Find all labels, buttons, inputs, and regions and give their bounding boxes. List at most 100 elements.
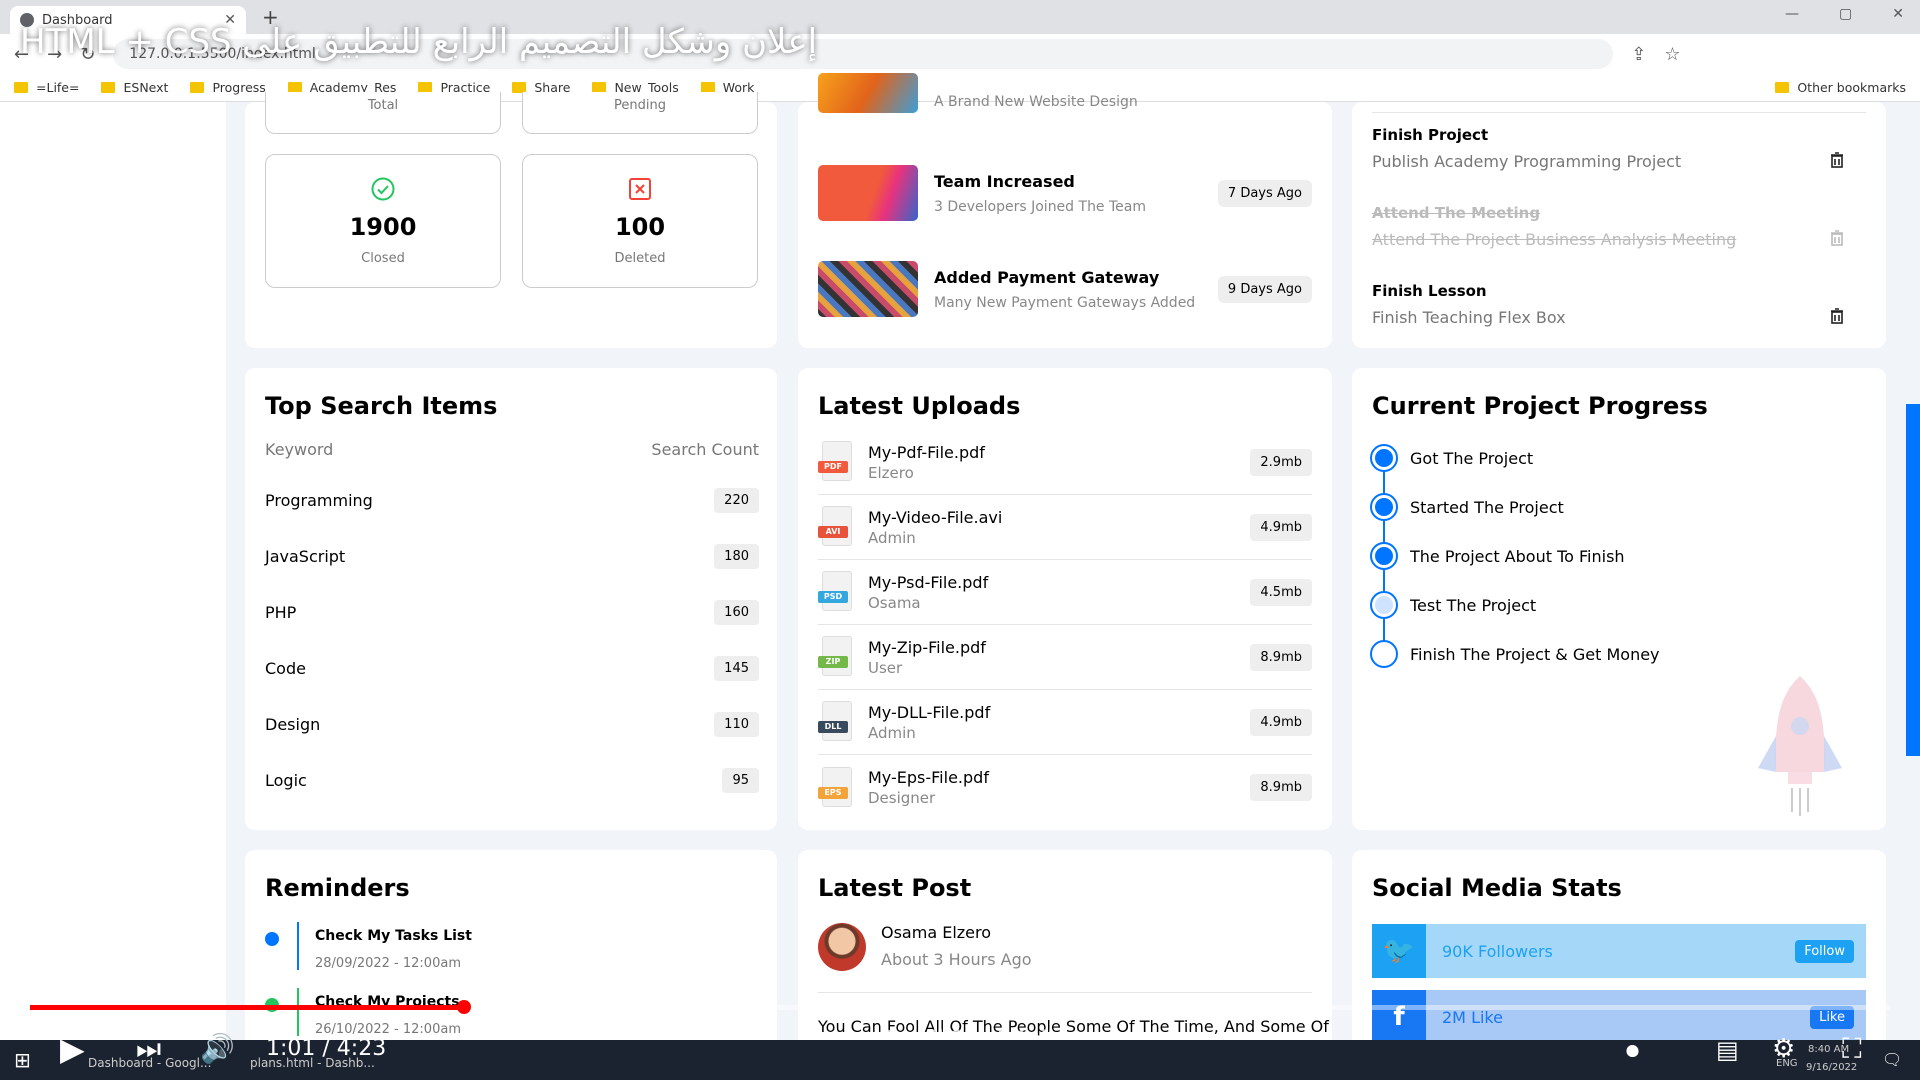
step-label: The Project About To Finish xyxy=(1410,546,1625,566)
step-dot-icon xyxy=(1370,591,1398,619)
step-dot-icon xyxy=(1370,493,1398,521)
progress-step: Test The Project xyxy=(1370,591,1536,619)
news-item: Team Increased 3 Developers Joined The Te… xyxy=(818,158,1312,228)
taskbar-language[interactable]: ENG xyxy=(1776,1058,1798,1069)
trash-icon[interactable] xyxy=(1830,152,1844,168)
zip-file-icon: ZIP xyxy=(818,636,856,678)
file-name: My-Psd-File.pdf xyxy=(868,572,989,592)
bookmark-star-icon[interactable]: ☆ xyxy=(1664,44,1680,65)
upload-row: PSD My-Psd-File.pdf Osama 4.5mb xyxy=(818,560,1312,625)
trash-icon[interactable] xyxy=(1830,230,1844,246)
reminder-bar xyxy=(297,988,299,1036)
step-dot-icon xyxy=(1370,542,1398,570)
reminders-title: Reminders xyxy=(265,874,410,902)
social-stat: 2M Like xyxy=(1442,1007,1503,1027)
sidebar xyxy=(0,102,226,1040)
top-search-card xyxy=(245,368,777,830)
deleted-x-icon xyxy=(628,177,652,201)
bookmark-folder[interactable]: ESNext xyxy=(101,80,168,95)
search-count: 95 xyxy=(722,768,759,793)
task-row: Finish Lesson Finish Teaching Flex Box xyxy=(1372,282,1866,360)
share-icon[interactable]: ⇪ xyxy=(1631,44,1646,65)
ticket-label: Deleted xyxy=(614,251,666,266)
news-thumbnail xyxy=(818,165,918,221)
ticket-value: 1900 xyxy=(349,213,417,241)
step-label: Finish The Project & Get Money xyxy=(1410,644,1660,664)
file-size: 8.9mb xyxy=(1250,774,1312,801)
taskbar-date: 9/16/2022 xyxy=(1806,1062,1858,1073)
file-size: 4.5mb xyxy=(1250,578,1312,606)
psd-file-icon: PSD xyxy=(818,571,856,613)
task-row: Attend The Meeting Attend The Project Bu… xyxy=(1372,204,1866,282)
upload-row: PDF My-Pdf-File.pdf Elzero 2.9mb xyxy=(818,430,1312,495)
step-label: Started The Project xyxy=(1410,497,1564,517)
taskbar-vscode-item[interactable]: plans.html - Dashb... xyxy=(250,1056,375,1070)
news-item: Added Payment Gateway Many New Payment Ga… xyxy=(818,254,1312,324)
social-twitter-row: 🐦 90K Followers Follow xyxy=(1372,924,1866,978)
news-item: A Brand New Website Design xyxy=(818,73,1312,122)
file-name: My-DLL-File.pdf xyxy=(868,702,991,722)
follow-button[interactable]: Follow xyxy=(1795,939,1854,963)
social-stat: 90K Followers xyxy=(1442,941,1553,961)
video-overlay-title: إعلان وشكل التصميم الرابع للتطبيق على HT… xyxy=(20,22,818,62)
bookmark-folder[interactable]: =Life= xyxy=(14,80,79,95)
task-row: Finish Project Publish Academy Programmi… xyxy=(1372,126,1866,204)
step-label: Test The Project xyxy=(1410,595,1537,615)
page-scrollbar-thumb[interactable] xyxy=(1906,404,1920,756)
file-size: 4.9mb xyxy=(1250,513,1312,541)
task-subtitle: Attend The Project Business Analysis Mee… xyxy=(1372,230,1737,249)
social-stats-title: Social Media Stats xyxy=(1372,874,1622,902)
check-circle-icon xyxy=(371,177,395,201)
post-time: About 3 Hours Ago xyxy=(881,950,1032,969)
search-row: Logic 95 xyxy=(265,768,759,793)
ticket-deleted: 100 Deleted xyxy=(522,154,758,288)
reminder-title: Check My Tasks List xyxy=(315,928,472,944)
taskbar-clock: 8:40 AM xyxy=(1808,1044,1850,1055)
step-dot-icon xyxy=(1370,640,1398,668)
file-size: 2.9mb xyxy=(1250,448,1312,476)
search-count: 220 xyxy=(714,488,759,513)
file-name: My-Zip-File.pdf xyxy=(868,637,986,657)
reminder-dot-icon xyxy=(265,932,279,946)
maximize-icon[interactable]: ▢ xyxy=(1839,6,1852,22)
file-owner: Elzero xyxy=(868,463,914,482)
file-owner: Admin xyxy=(868,528,916,547)
search-keyword: Design xyxy=(265,715,321,734)
step-dot-icon xyxy=(1370,444,1398,472)
minimize-icon[interactable]: — xyxy=(1785,6,1799,22)
video-progress-knob[interactable] xyxy=(457,1000,472,1014)
captions-icon[interactable]: ▤ xyxy=(1716,1036,1739,1064)
search-row: PHP 160 xyxy=(265,600,759,625)
taskbar-chrome-item[interactable]: Dashboard - Googl... xyxy=(88,1056,211,1070)
post-author: Osama Elzero xyxy=(881,923,992,942)
search-keyword: PHP xyxy=(265,603,297,622)
news-subtitle: 3 Developers Joined The Team xyxy=(934,198,1147,215)
notification-icon[interactable]: 🗨 xyxy=(1882,1050,1902,1069)
autoplay-toggle-icon[interactable]: ⏺ xyxy=(1626,1036,1639,1067)
other-bookmarks-label: Other bookmarks xyxy=(1797,80,1906,95)
task-subtitle: Finish Teaching Flex Box xyxy=(1372,308,1566,327)
ticket-total: Total xyxy=(265,92,501,134)
play-icon[interactable]: ▶ xyxy=(60,1030,85,1068)
other-bookmarks[interactable]: Other bookmarks xyxy=(1775,80,1906,95)
news-thumbnail xyxy=(818,73,918,113)
news-subtitle: A Brand New Website Design xyxy=(934,94,1138,110)
bookmark-folder[interactable]: Progress xyxy=(190,80,266,95)
latest-uploads-title: Latest Uploads xyxy=(818,392,1021,420)
ticket-label: Total xyxy=(367,98,399,113)
reminder-item: Check My Tasks List 28/09/2022 - 12:00am xyxy=(265,922,472,971)
trash-icon[interactable] xyxy=(1830,308,1844,324)
file-name: My-Pdf-File.pdf xyxy=(868,442,985,462)
search-row: Design 110 xyxy=(265,712,759,737)
divider xyxy=(818,992,1312,993)
window-close-icon[interactable]: ✕ xyxy=(1892,6,1904,22)
upload-row: EPS My-Eps-File.pdf Designer 8.9mb xyxy=(818,755,1312,820)
bookmark-label: Progress xyxy=(212,80,266,95)
bookmark-label: ESNext xyxy=(123,80,169,95)
news-age-badge: 9 Days Ago xyxy=(1217,275,1312,303)
windows-start-icon[interactable]: ⊞ xyxy=(14,1048,31,1072)
pdf-file-icon: PDF xyxy=(818,441,856,483)
progress-step: Finish The Project & Get Money xyxy=(1370,640,1660,668)
folder-icon xyxy=(14,82,28,93)
search-keyword: Programming xyxy=(265,491,373,510)
